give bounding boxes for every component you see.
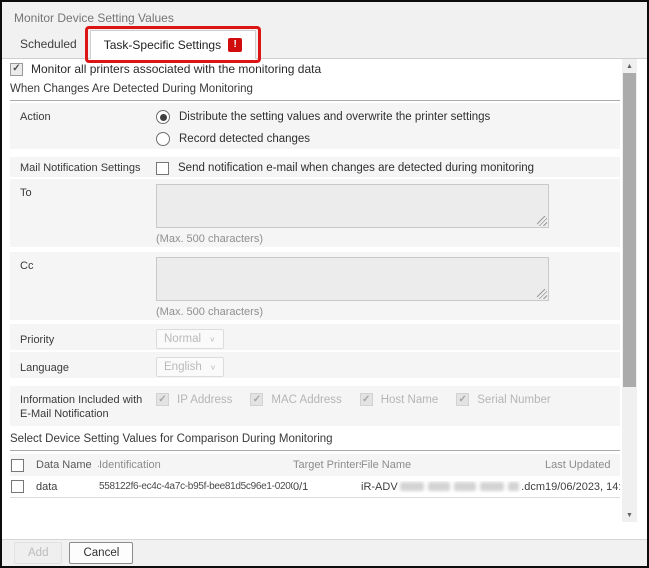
language-label: Language [20,357,156,373]
tab-bar: Scheduled Task-Specific Settings ! [2,30,647,59]
tab-scheduled-label: Scheduled [20,37,77,51]
add-button: Add [14,542,62,564]
radio-record-changes[interactable] [156,132,170,146]
monitor-all-printers-checkbox[interactable]: ✓ [10,63,23,76]
mac-address-label: MAC Address [271,394,341,406]
row-identification: 558122f6-ec4c-4a7c-b95f-bee81d5c96e1-020… [99,481,293,492]
header-last-updated[interactable]: Last Updated [545,459,620,471]
serial-number-checkbox: ✓ [456,393,469,406]
vertical-scrollbar[interactable]: ▲ ▼ [622,59,637,522]
resize-handle-icon[interactable] [537,289,547,299]
tab-scheduled[interactable]: Scheduled [7,30,90,58]
host-name-checkbox: ✓ [360,393,373,406]
send-notification-checkbox[interactable] [156,162,169,175]
redacted-text [400,482,424,491]
row-file-name: iR-ADV .dcm [361,481,545,493]
row-last-updated: 19/06/2023, 14:30:47 [545,481,620,493]
chevron-down-icon: ∨ [210,363,217,372]
scroll-down-icon[interactable]: ▼ [622,508,637,522]
to-row: To (Max. 500 characters) [10,179,620,247]
select-all-checkbox[interactable] [11,459,24,472]
row-data-name: data [36,481,57,493]
tab-task-specific-settings[interactable]: Task-Specific Settings ! [90,30,256,59]
language-value: English [164,361,202,373]
priority-label: Priority [20,329,156,345]
row-checkbox[interactable] [11,480,24,493]
radio-selected-dot [160,114,167,121]
section-select-device-values: Select Device Setting Values for Compari… [10,433,620,451]
cc-label: Cc [20,257,156,315]
ip-address-label: IP Address [177,394,232,406]
radio-distribute[interactable] [156,110,170,124]
ip-address-checkbox: ✓ [156,393,169,406]
tab-content: ✓ Monitor all printers associated with t… [10,60,620,538]
language-select: English ∨ [156,357,224,377]
section-changes-detected: When Changes Are Detected During Monitor… [10,83,620,101]
action-label: Action [20,108,156,144]
table-header: Data Name ▲ Identification Target Printe… [10,454,620,476]
serial-number-label: Serial Number [477,394,551,406]
host-name-label: Host Name [381,394,439,406]
resize-handle-icon[interactable] [537,216,547,226]
info-included-label: Information Included with E-Mail Notific… [20,391,156,421]
action-row: Action Distribute the setting values and… [10,103,620,149]
radio-distribute-label: Distribute the setting values and overwr… [179,111,490,123]
cc-textarea [156,257,549,301]
chevron-down-icon: ∨ [209,335,216,344]
priority-select: Normal ∨ [156,329,224,349]
alert-badge-icon: ! [228,38,242,52]
to-label: To [20,184,156,242]
mail-notification-row: Mail Notification Settings Send notifica… [10,157,620,177]
header-data-name[interactable]: Data Name ▲ [36,459,99,471]
header-identification[interactable]: Identification [99,459,293,471]
mail-notification-label: Mail Notification Settings [20,160,156,174]
redacted-text [428,482,450,491]
language-row: Language English ∨ [10,352,620,378]
dialog-footer: Add Cancel [2,539,647,566]
monitor-all-printers-label: Monitor all printers associated with the… [31,62,321,76]
dialog-header: Monitor Device Setting Values Scheduled … [2,2,647,59]
redacted-text [480,482,504,491]
redacted-text [454,482,476,491]
scrollbar-thumb[interactable] [623,73,636,387]
table-row[interactable]: data 558122f6-ec4c-4a7c-b95f-bee81d5c96e… [10,476,620,498]
dialog-title: Monitor Device Setting Values [2,2,647,30]
priority-row: Priority Normal ∨ [10,324,620,350]
monitor-device-setting-values-dialog: Monitor Device Setting Values Scheduled … [0,0,649,568]
header-target-printers[interactable]: Target Printers [293,459,361,471]
radio-record-changes-label: Record detected changes [179,133,310,145]
scroll-up-icon[interactable]: ▲ [622,59,637,73]
to-textarea [156,184,549,228]
cancel-button[interactable]: Cancel [69,542,133,564]
cc-max-chars-hint: (Max. 500 characters) [156,306,620,318]
to-max-chars-hint: (Max. 500 characters) [156,233,620,245]
row-target-printers: 0/1 [293,481,361,493]
header-file-name[interactable]: File Name [361,459,545,471]
priority-value: Normal [164,333,201,345]
info-included-row: Information Included with E-Mail Notific… [10,386,620,426]
cc-row: Cc (Max. 500 characters) [10,252,620,320]
mac-address-checkbox: ✓ [250,393,263,406]
redacted-text [508,482,519,491]
send-notification-label: Send notification e-mail when changes ar… [178,162,534,174]
tab-task-specific-label: Task-Specific Settings [104,38,221,52]
